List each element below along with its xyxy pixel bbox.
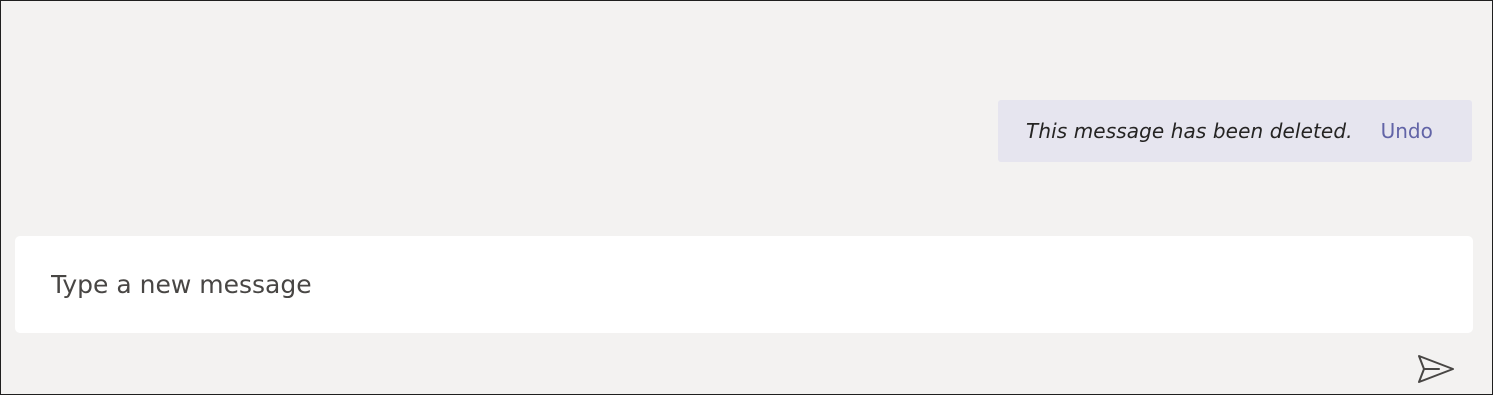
send-button[interactable] (1413, 350, 1459, 388)
undo-link[interactable]: Undo (1381, 119, 1433, 143)
compose-box[interactable] (15, 236, 1473, 333)
message-input[interactable] (51, 270, 1437, 299)
deleted-message-text: This message has been deleted. (1026, 119, 1353, 143)
deleted-message-notice: This message has been deleted. Undo (998, 100, 1472, 162)
chat-pane: This message has been deleted. Undo (0, 0, 1493, 395)
send-icon (1418, 355, 1454, 383)
